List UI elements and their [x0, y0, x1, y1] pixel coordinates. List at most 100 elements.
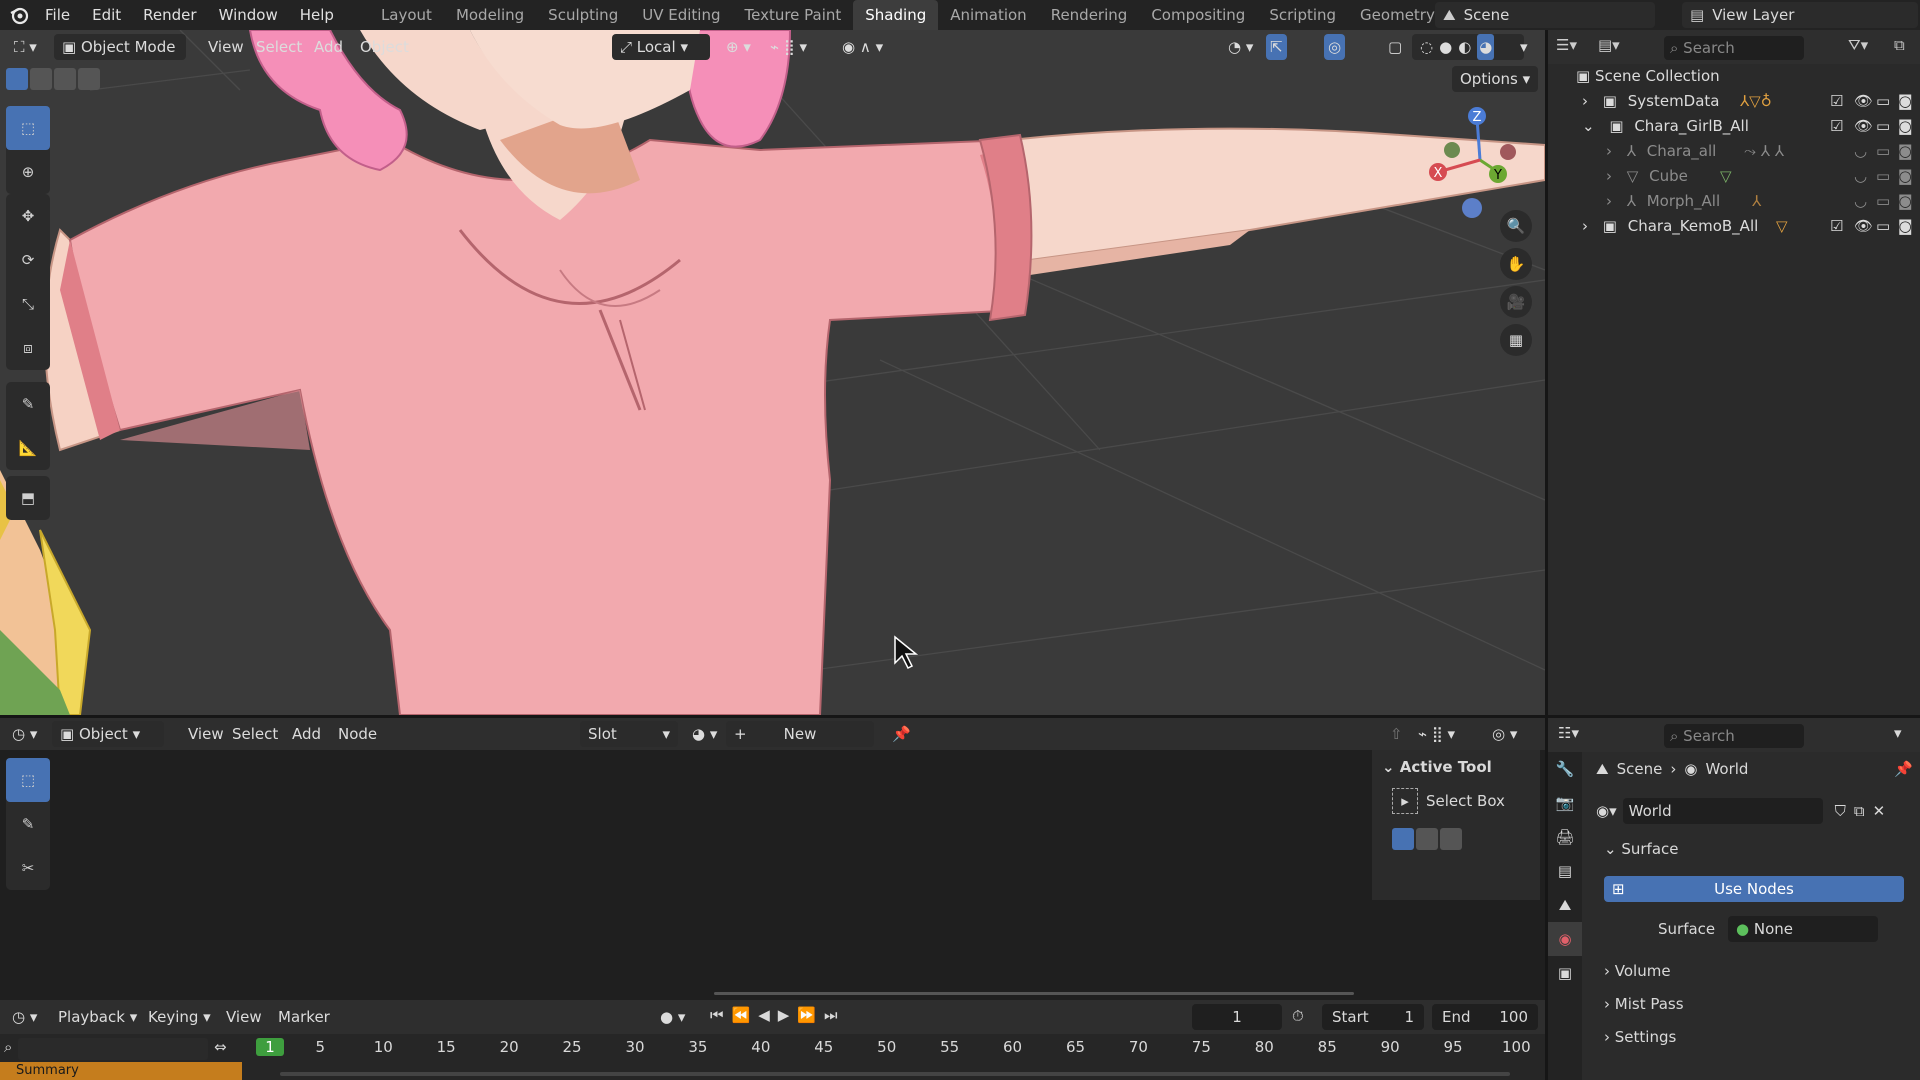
outliner-row-chara-all[interactable]: › ⅄ Chara_all ⤳ ⅄ ⅄ ◡ ▭ ◙ [1548, 139, 1920, 164]
outliner-row-chara-girlb[interactable]: ⌄ ▣ Chara_GirlB_All ☑ 👁 ▭ ◙ [1548, 114, 1920, 139]
select-box-tool-icon[interactable]: ⬚ [6, 106, 50, 150]
shading-modes[interactable]: ◌ ● ◐ ◕ [1412, 34, 1524, 60]
pin-icon[interactable]: 📌 [1894, 760, 1913, 778]
checkbox-icon[interactable]: ☑ [1830, 114, 1843, 139]
channel-search-input[interactable] [18, 1038, 208, 1060]
camera-icon[interactable]: ◙ [1898, 114, 1913, 139]
world-name-field[interactable]: World [1622, 798, 1823, 824]
eye-closed-icon[interactable]: ◡ [1854, 164, 1867, 189]
timeline-menu-marker[interactable]: Marker [270, 1004, 338, 1030]
scene-selector[interactable]: ⛰ Scene [1435, 2, 1655, 28]
material-shading-icon[interactable]: ◐ [1458, 34, 1471, 60]
cursor-tool-icon[interactable]: ⊕ [6, 150, 50, 194]
select-box-tool[interactable]: ▸ Select Box [1392, 788, 1505, 814]
viewport-menu-select[interactable]: Select [248, 34, 310, 60]
sync-toggle-icon[interactable]: ⇔ [214, 1038, 227, 1056]
snap-icon[interactable]: ⌁ ⣿ ▾ [762, 34, 815, 60]
end-frame-field[interactable]: End 100 [1432, 1004, 1538, 1030]
expand-chevron-icon[interactable]: › [1582, 217, 1588, 235]
scene-tab-icon[interactable]: ⛰ [1548, 888, 1582, 922]
world-browse-icon[interactable]: ◉▾ [1596, 802, 1617, 820]
pan-hand-icon[interactable]: ✋ [1500, 248, 1532, 280]
select-intersect-icon[interactable] [78, 68, 100, 90]
display-mode-icon[interactable]: ▤▾ [1598, 36, 1620, 54]
transform-tool-icon[interactable]: ⧈ [6, 326, 50, 370]
options-dropdown[interactable]: Options ▾ [1452, 66, 1539, 92]
new-material-button[interactable]: + New [726, 721, 874, 747]
surface-shader-selector[interactable]: ● None [1728, 916, 1878, 942]
solid-shading-icon[interactable]: ● [1439, 34, 1452, 60]
expand-chevron-icon[interactable]: › [1582, 92, 1588, 110]
jump-end-icon[interactable]: ⏭ [824, 1006, 838, 1024]
timeline-menu-view[interactable]: View [218, 1004, 270, 1030]
monitor-icon[interactable]: ▭ [1876, 89, 1890, 114]
rendered-shading-icon[interactable]: ◕ [1477, 34, 1495, 60]
outliner-row-systemdata[interactable]: › ▣ SystemData ⅄▽♁ ☑ 👁 ▭ ◙ [1548, 89, 1920, 114]
xray-icon[interactable]: ▢ [1380, 34, 1410, 60]
tab-layout[interactable]: Layout [369, 0, 444, 30]
properties-editor-type-icon[interactable]: ☷▾ [1558, 724, 1579, 742]
menu-file[interactable]: File [34, 0, 81, 30]
monitor-icon[interactable]: ▭ [1876, 164, 1890, 189]
record-button-icon[interactable]: ● ▾ [652, 1004, 693, 1030]
select-new-icon[interactable] [6, 68, 28, 90]
menu-window[interactable]: Window [208, 0, 289, 30]
outliner-scene-collection[interactable]: ▣ Scene Collection [1548, 64, 1920, 89]
view-layer-tab-icon[interactable]: ▤ [1548, 854, 1582, 888]
tab-modeling[interactable]: Modeling [444, 0, 536, 30]
tab-uv-editing[interactable]: UV Editing [630, 0, 732, 30]
select-extend-icon[interactable] [30, 68, 52, 90]
properties-search-input[interactable]: ⌕ Search [1664, 724, 1804, 748]
perspective-toggle-icon[interactable]: ▦ [1500, 324, 1532, 356]
proportional-edit-icon[interactable]: ◉ ∧ ▾ [834, 34, 891, 60]
links-cut-tool-icon[interactable]: ✂ [6, 846, 50, 890]
keying-menu[interactable]: Keying ▾ [140, 1004, 219, 1030]
eye-icon[interactable]: 👁 [1854, 214, 1873, 239]
world-selector[interactable]: ◉▾ World ⛉ ⧉ ✕ [1596, 798, 1914, 824]
mist-pass-panel-header[interactable]: › Mist Pass [1604, 995, 1684, 1013]
camera-icon[interactable]: ◙ [1898, 164, 1913, 189]
monitor-icon[interactable]: ▭ [1876, 114, 1890, 139]
menu-render[interactable]: Render [132, 0, 207, 30]
node-overlay-icon[interactable]: ◎ ▾ [1484, 721, 1525, 747]
material-browse-icon[interactable]: ◕ ▾ [684, 721, 725, 747]
tool-tab-icon[interactable]: 🔧 [1548, 752, 1582, 786]
tab-rendering[interactable]: Rendering [1039, 0, 1140, 30]
shader-type-dropdown[interactable]: ▣ Object ▾ [52, 721, 164, 747]
timeline-scrollbar[interactable] [280, 1072, 1510, 1076]
current-frame-field[interactable]: 1 [1192, 1004, 1282, 1030]
checkbox-icon[interactable]: ☑ [1830, 89, 1843, 114]
gizmo-toggle-icon[interactable]: ⇱ [1266, 34, 1287, 60]
viewport-menu-object[interactable]: Object [352, 34, 417, 60]
tab-shading[interactable]: Shading [853, 0, 939, 30]
horizontal-scrollbar[interactable] [714, 992, 1354, 995]
node-editor-type-icon[interactable]: ◷ ▾ [4, 721, 45, 747]
world-tab-icon[interactable]: ◉ [1548, 922, 1582, 956]
camera-icon[interactable]: ◙ [1898, 189, 1913, 214]
blender-logo-icon[interactable] [4, 0, 34, 30]
render-tab-icon[interactable]: 📷 [1548, 786, 1582, 820]
collection-tab-icon[interactable]: ▣ [1548, 956, 1582, 990]
timeline-search-icon[interactable]: ⌕ [4, 1038, 12, 1056]
playback-menu[interactable]: Playback ▾ [50, 1004, 145, 1030]
output-tab-icon[interactable]: 🖨 [1548, 820, 1582, 854]
play-reverse-icon[interactable]: ◀ [758, 1006, 770, 1024]
monitor-icon[interactable]: ▭ [1876, 189, 1890, 214]
select-mode-buttons[interactable] [1392, 828, 1462, 850]
outliner-row-cube[interactable]: › ▽ Cube ▽ ◡ ▭ ◙ [1548, 164, 1920, 189]
filter-icon[interactable]: ⛛▾ [1848, 36, 1868, 54]
eye-icon[interactable]: 👁 [1854, 114, 1873, 139]
start-frame-field[interactable]: Start 1 [1322, 1004, 1424, 1030]
node-menu-select[interactable]: Select [224, 721, 286, 747]
expand-chevron-icon[interactable]: › [1606, 192, 1612, 210]
node-annotate-tool-icon[interactable]: ✎ [6, 802, 50, 846]
node-select-tool-icon[interactable]: ⬚ [6, 758, 50, 802]
outliner-search-input[interactable]: ⌕ Search [1664, 36, 1804, 60]
unlink-icon[interactable]: ✕ [1873, 802, 1886, 820]
checkbox-icon[interactable]: ☑ [1830, 214, 1843, 239]
frame-ruler[interactable]: 1 5 10 15 20 25 30 35 40 45 50 55 60 65 70 75 80 85 90 95 10… [250, 1036, 1540, 1060]
tab-animation[interactable]: Animation [938, 0, 1038, 30]
eye-closed-icon[interactable]: ◡ [1854, 139, 1867, 164]
camera-icon[interactable]: ◙ [1898, 214, 1913, 239]
wireframe-shading-icon[interactable]: ◌ [1420, 34, 1433, 60]
